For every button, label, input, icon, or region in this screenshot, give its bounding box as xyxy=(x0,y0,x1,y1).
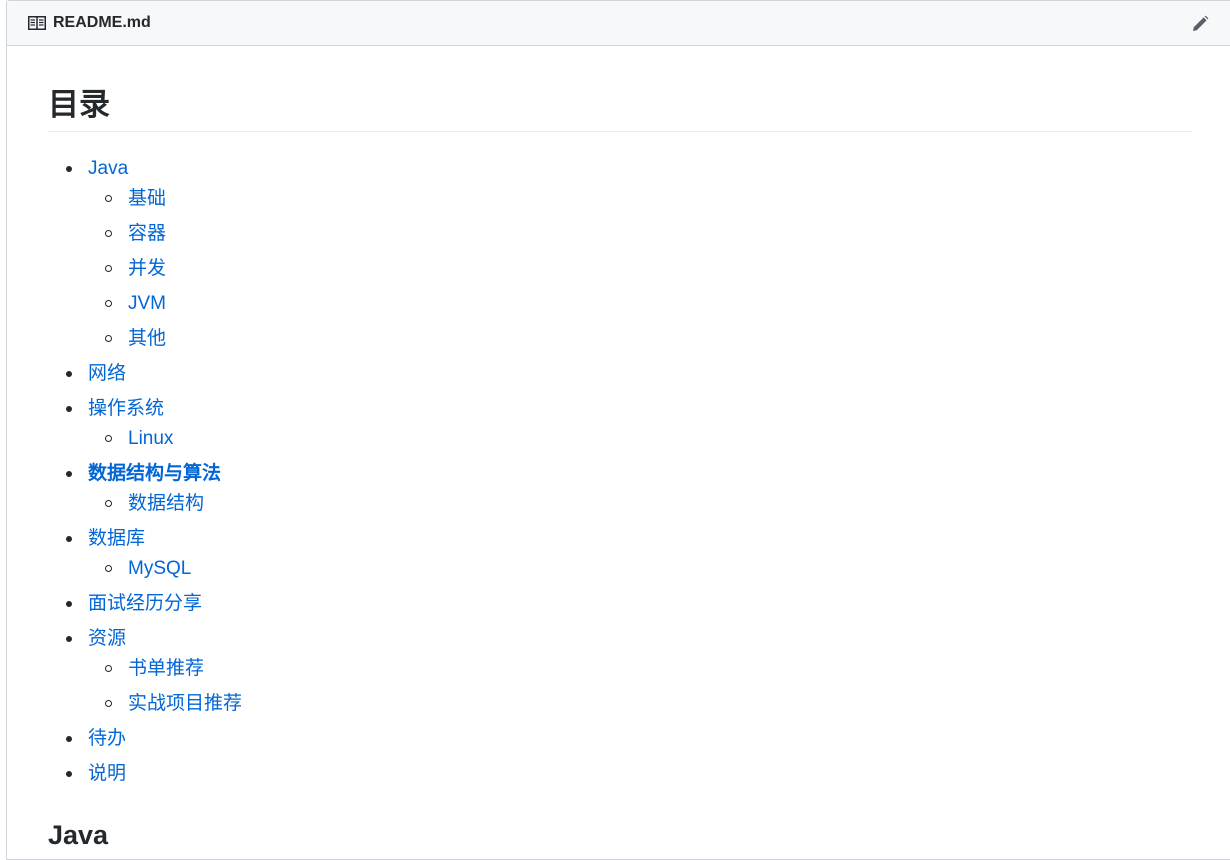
toc-title: 目录 xyxy=(48,87,110,122)
toc-item-notes: 说明 xyxy=(48,760,242,787)
toc-subitem: 并发 xyxy=(88,255,242,282)
toc-sublink[interactable]: Linux xyxy=(128,428,173,449)
toc-link[interactable]: 数据库 xyxy=(88,528,145,549)
toc-sublink[interactable]: 实战项目推荐 xyxy=(128,693,242,714)
toc-subitem: 书单推荐 xyxy=(88,655,242,682)
toc-subitem: 容器 xyxy=(88,220,242,247)
toc-item-interview: 面试经历分享 xyxy=(48,590,242,617)
toc-sublink[interactable]: 基础 xyxy=(128,188,166,209)
toc-subitem: 数据结构 xyxy=(88,490,242,517)
toc-sublist: MySQL xyxy=(88,555,242,582)
heading-divider xyxy=(48,131,1192,132)
toc-sublist: 基础 容器 并发 JVM 其他 xyxy=(88,185,242,352)
toc-link[interactable]: 操作系统 xyxy=(88,398,164,419)
toc-link[interactable]: Java xyxy=(88,158,128,179)
toc-sublink[interactable]: 其他 xyxy=(128,328,166,349)
toc-item-os: 操作系统 Linux xyxy=(48,395,242,452)
toc-item-network: 网络 xyxy=(48,360,242,387)
toc-sublink[interactable]: MySQL xyxy=(128,558,191,579)
toc-sublink[interactable]: 数据结构 xyxy=(128,493,204,514)
toc-item-resources: 资源 书单推荐 实战项目推荐 xyxy=(48,625,242,717)
toc-subitem: JVM xyxy=(88,290,242,317)
toc-link[interactable]: 说明 xyxy=(88,763,126,784)
toc-link[interactable]: 网络 xyxy=(88,363,126,384)
toc-list: Java 基础 容器 并发 JVM 其他 网络 操作系统 Linux 数据结构与… xyxy=(48,155,242,787)
toc-link[interactable]: 资源 xyxy=(88,628,126,649)
toc-item-database: 数据库 MySQL xyxy=(48,525,242,582)
toc-sublink[interactable]: JVM xyxy=(128,293,166,314)
toc-subitem: MySQL xyxy=(88,555,242,582)
file-name: README.md xyxy=(53,14,151,31)
toc-sublink[interactable]: 并发 xyxy=(128,258,166,279)
toc-sublink[interactable]: 书单推荐 xyxy=(128,658,204,679)
readme-header: README.md xyxy=(7,1,1230,46)
toc-item-java: Java 基础 容器 并发 JVM 其他 xyxy=(48,155,242,352)
toc-subitem: 基础 xyxy=(88,185,242,212)
pencil-icon[interactable] xyxy=(1191,15,1209,33)
toc-link[interactable]: 待办 xyxy=(88,728,126,749)
toc-subitem: 其他 xyxy=(88,325,242,352)
toc-item-todo: 待办 xyxy=(48,725,242,752)
toc-subitem: 实战项目推荐 xyxy=(88,690,242,717)
toc-sublist: 书单推荐 实战项目推荐 xyxy=(88,655,242,717)
book-icon xyxy=(28,16,46,30)
toc-subitem: Linux xyxy=(88,425,242,452)
readme-container: README.md 目录 Java 基础 容器 并发 JVM 其他 网络 操作系… xyxy=(6,0,1230,860)
toc-sublist: 数据结构 xyxy=(88,490,242,517)
section-heading-java: Java xyxy=(48,820,109,850)
toc-link[interactable]: 面试经历分享 xyxy=(88,593,202,614)
toc-link[interactable]: 数据结构与算法 xyxy=(88,463,221,484)
toc-item-algorithms: 数据结构与算法 数据结构 xyxy=(48,460,242,517)
toc-sublist: Linux xyxy=(88,425,242,452)
toc-sublink[interactable]: 容器 xyxy=(128,223,166,244)
